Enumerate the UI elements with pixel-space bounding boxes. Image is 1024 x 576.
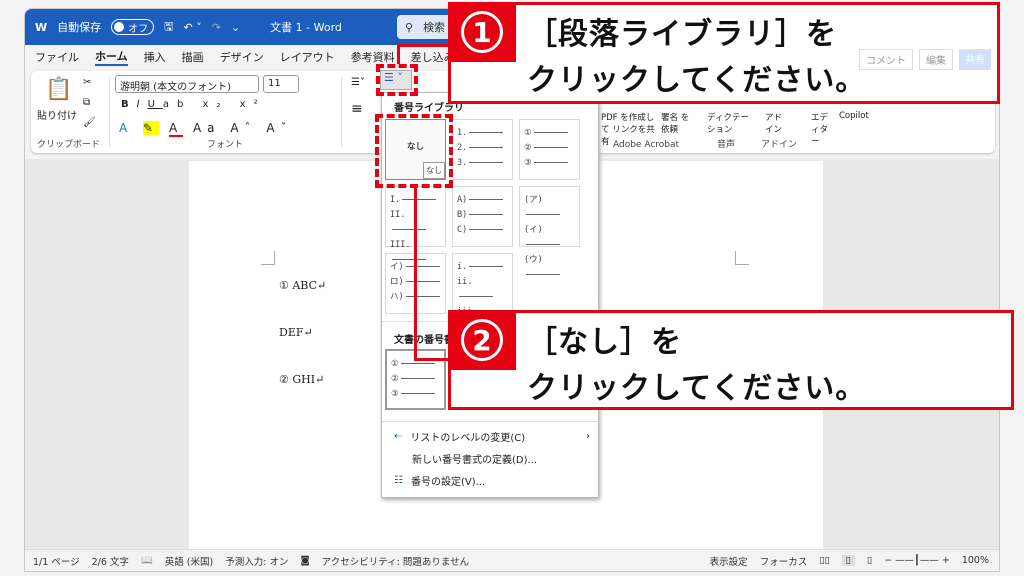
font-name-select[interactable]: 游明朝 (本文のフォント) [115,75,259,93]
editor-button[interactable]: エディター [811,111,833,147]
numbering-tile[interactable]: ①②③ [519,119,580,180]
doc-title: 文書 1 - Word [270,21,342,34]
font-format-buttons[interactable]: BIUab x₂ x² [121,99,266,110]
accessibility-status[interactable]: アクセシビリティ: 問題ありません [322,554,469,568]
print-layout-icon[interactable]: ▯ [841,555,855,566]
save-icon[interactable]: 🖫 [164,18,173,37]
undo-icon[interactable]: ↶ ˅ [184,21,202,34]
paragraph[interactable]: ① ABC↵ [279,279,326,292]
customize-icon[interactable]: ⌄ [231,21,240,34]
font-color-buttons[interactable]: A ✎ A Aa Aˆ Aˇ [119,121,293,137]
share-button[interactable]: 共有 [959,49,991,70]
autosave-label: 自動保存 [57,21,102,34]
focus-button[interactable]: フォーカス [760,554,808,568]
bullets-icon[interactable]: ☰˅ [351,77,365,88]
language[interactable]: 英語 (米国) [165,554,213,568]
clipboard-group-label: クリップボード [37,140,101,150]
numbering-tile[interactable]: A) B) C) [452,186,513,247]
numbering-tile[interactable]: (ア) (イ) (ウ) [519,186,580,275]
zoom-slider[interactable]: − ——┃—— + [884,555,950,566]
tab-design[interactable]: デザイン [220,49,264,65]
read-mode-icon[interactable]: ▯▯ [819,555,829,566]
page-count[interactable]: 1/1 ページ [33,554,80,568]
addin-group-label: アドイン [761,140,798,150]
copy-icon[interactable]: ⧉ [83,97,90,108]
font-group-label: フォント [207,140,244,150]
numbering-tile[interactable]: i.ii.iii. [452,253,513,327]
define-new-format-item[interactable]: 新しい番号書式の定義(D)... [412,451,537,466]
change-list-level-item[interactable]: ⇠ リストのレベルの変更(C) › [394,429,590,444]
annotation-2: 2 ［なし］を クリックしてください。 [448,310,1014,410]
edit-button[interactable]: 編集 [919,49,953,70]
list-level-icon: ⇠ [394,431,403,442]
paste-button[interactable]: 貼り付け [37,107,77,122]
numbering-settings-item[interactable]: ☷ 番号の設定(V)... [394,473,485,488]
align-left-icon[interactable]: ≡ [351,101,363,117]
addin-button[interactable]: アドイン [765,111,787,135]
top-right-buttons: コメント 編集 共有 [859,49,991,70]
tab-file[interactable]: ファイル [35,49,79,65]
highlight-none-tile [375,114,453,188]
comment-button[interactable]: コメント [859,49,913,70]
text-prediction[interactable]: 予測入力: オン [225,554,288,568]
tab-references[interactable]: 参考資料 [351,49,395,65]
tab-home[interactable]: ホーム [95,48,128,66]
zoom-level[interactable]: 100% [962,555,989,566]
status-bar: 1/1 ページ 2/6 文字 📖 英語 (米国) 予測入力: オン ◙ アクセシ… [25,549,999,571]
acrobat-sign-button[interactable]: 署名 を依頼 [661,111,695,135]
word-count[interactable]: 2/6 文字 [92,554,129,568]
word-icon: W [35,20,48,34]
paste-icon[interactable]: 📋 [45,77,72,102]
paragraph[interactable]: DEF↵ [279,326,313,339]
tab-insert[interactable]: 挿入 [144,49,166,65]
numbering-tile[interactable]: 1. 2. 3. [452,119,513,180]
acrobat-group-label: Adobe Acrobat [613,140,680,150]
numbering-settings-icon: ☷ [394,475,403,486]
display-settings[interactable]: 表示設定 [710,554,748,568]
proofing-icon[interactable]: 📖 [141,555,153,566]
autosave-toggle[interactable]: オフ [111,19,155,35]
cut-icon[interactable]: ✂ [83,77,91,88]
web-layout-icon[interactable]: ▯ [867,555,872,566]
voice-group-label: 音声 [717,140,736,150]
copilot-button[interactable]: Copilot [839,111,869,121]
search-icon: ⚲ [405,20,414,34]
chevron-right-icon: › [586,431,590,442]
paragraph[interactable]: ② GHI↵ [279,373,324,386]
dictation-button[interactable]: ディクテーション [707,111,753,135]
redo-icon[interactable]: ↷ [212,21,221,34]
format-painter-icon[interactable]: 🖌 [83,117,96,128]
highlight-numbering-button [376,64,418,96]
tab-layout[interactable]: レイアウト [280,49,335,65]
tab-draw[interactable]: 描画 [182,49,204,65]
font-size-select[interactable]: 11 [263,75,299,93]
macro-icon[interactable]: ◙ [300,555,309,566]
